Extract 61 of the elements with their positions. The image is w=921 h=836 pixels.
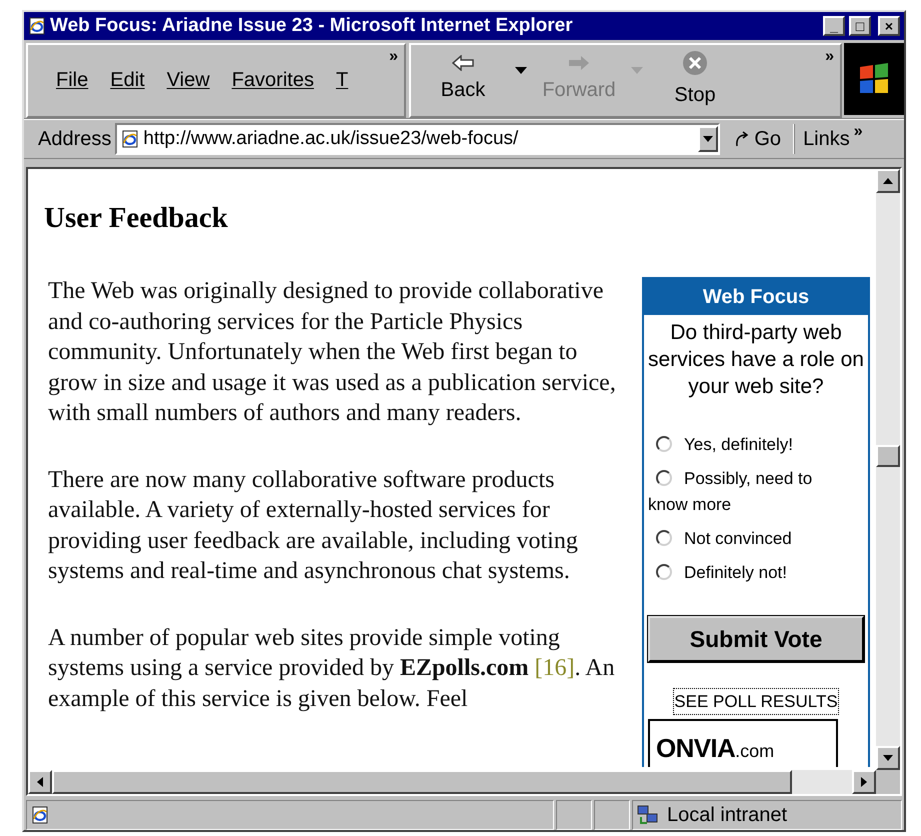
network-computers-icon [637, 805, 659, 826]
sponsor-logo[interactable]: ONVIA.com [648, 719, 838, 768]
poll-option[interactable]: Definitely not! [644, 560, 868, 586]
address-field[interactable]: http://www.ariadne.ac.uk/issue23/web-focus/ [115, 122, 720, 155]
stop-icon [682, 50, 708, 76]
scroll-up-button[interactable] [876, 168, 900, 193]
poll-results-link[interactable]: SEE POLL RESULTS [673, 688, 839, 716]
windows-logo-icon [844, 43, 904, 115]
scroll-down-button[interactable] [876, 746, 900, 770]
radio-button[interactable] [656, 530, 672, 546]
links-button[interactable]: Links [803, 124, 850, 154]
menu-item[interactable]: View [166, 65, 210, 96]
vertical-scrollbar[interactable] [876, 168, 900, 770]
forward-arrow-icon [568, 55, 590, 72]
close-button[interactable]: × [878, 16, 900, 36]
radio-button[interactable] [656, 470, 672, 486]
minimize-button[interactable]: _ [823, 16, 845, 36]
scroll-left-button[interactable] [28, 770, 52, 794]
menu-item[interactable]: File [56, 65, 88, 96]
go-arrow-icon [734, 130, 750, 148]
status-page-icon [31, 806, 49, 824]
toolbar-button[interactable]: Stop [643, 49, 747, 112]
submit-vote-button[interactable]: Submit Vote [648, 616, 864, 662]
up-arrow-icon [883, 178, 893, 184]
menu-item[interactable]: T [336, 65, 348, 96]
dropdown-button[interactable] [698, 126, 718, 152]
poll-option[interactable]: Yes, definitely! [644, 432, 868, 458]
menu-item[interactable]: Edit [110, 65, 145, 96]
radio-button[interactable] [656, 436, 672, 452]
article-paragraph: A number of popular web sites provide simple voting systems using a service provided by EZpolls.com [16]. An example of this service is given below. Feel [48, 624, 616, 714]
poll-option[interactable]: Not convinced [644, 526, 868, 552]
article-heading: User Feedback [44, 200, 229, 236]
scroll-right-button[interactable] [852, 770, 876, 794]
status-pane [556, 800, 592, 830]
menu-overflow[interactable]: » [389, 45, 398, 69]
poll-option[interactable]: Possibly, need to know more [644, 466, 868, 518]
menu-item[interactable]: Favorites [232, 65, 314, 96]
toolbar-button[interactable]: Back [411, 49, 515, 112]
radio-button[interactable] [656, 564, 672, 580]
scroll-thumb[interactable] [876, 444, 900, 467]
left-arrow-icon [37, 777, 43, 788]
page-icon [121, 130, 140, 148]
dropdown-caret-icon[interactable] [515, 67, 527, 76]
links-overflow[interactable]: » [854, 120, 863, 144]
status-pane [594, 800, 630, 830]
caret-icon [703, 136, 714, 142]
toolbar-overflow[interactable]: » [825, 45, 834, 69]
security-zone: Local intranet [667, 803, 788, 828]
back-arrow-icon [452, 55, 474, 72]
browser-icon [28, 17, 46, 35]
poll-question: Do third-party web services have a role on your web site? [647, 320, 865, 400]
poll-header: Web Focus [644, 278, 868, 315]
reference-link[interactable]: [16] [534, 655, 575, 682]
maximize-button[interactable]: □ [849, 16, 871, 36]
article-paragraph: There are now many collaborative software products available. A variety of externally-hosted services for providing user feedback are available, including voting systems and real-time and asynchronous chat systems. [48, 466, 579, 586]
article-paragraph: The Web was originally designed to provide collaborative and co-authoring services for the Particle Physics community. Unfortunately when the Web first began to grow in size and usage it was used as a publication service, with small numbers of authors and many readers. [48, 277, 617, 428]
right-arrow-icon [861, 777, 867, 788]
window-title: Web Focus: Ariadne Issue 23 - Microsoft Internet Explorer [50, 14, 574, 38]
go-button[interactable]: Go [734, 124, 782, 154]
address-label: Address [38, 126, 112, 152]
down-arrow-icon [883, 755, 893, 762]
